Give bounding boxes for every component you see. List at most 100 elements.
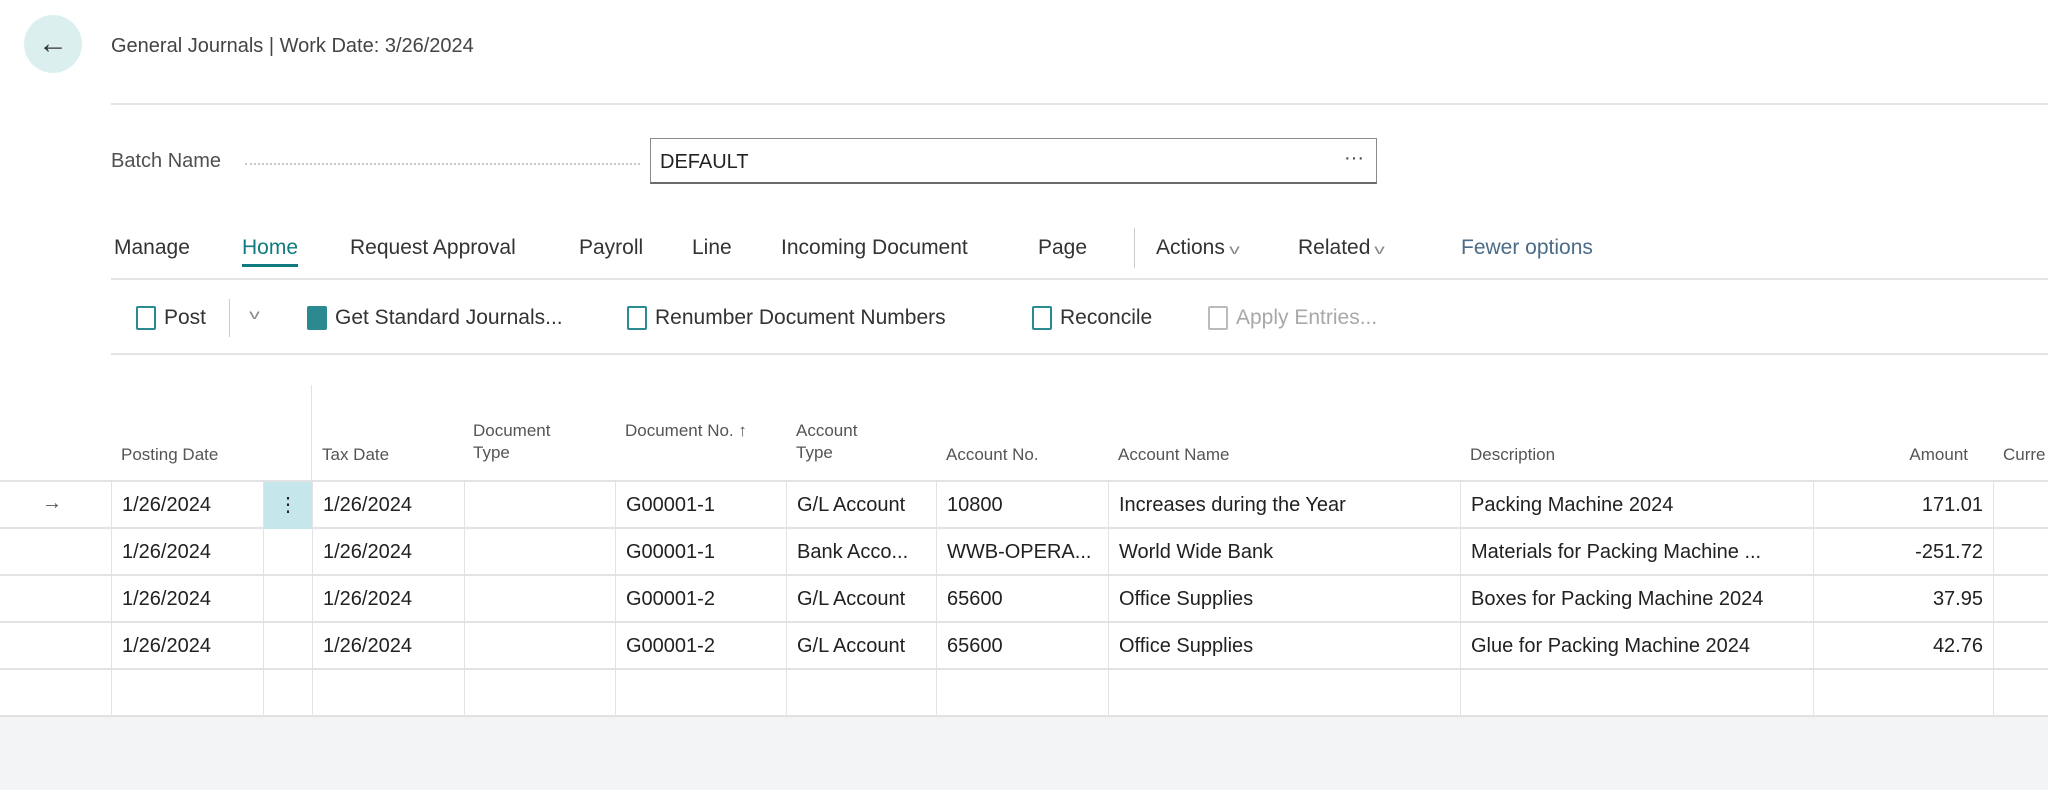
cell-posting-date[interactable]: 1/26/2024 [111,529,263,576]
tab-manage[interactable]: Manage [114,236,190,260]
table-row[interactable]: 1/26/2024 1/26/2024 G00001-1 Bank Acco... WW… [0,529,2048,576]
header-description[interactable]: Description [1470,444,1555,466]
cell-account-name[interactable] [1108,670,1460,717]
apply-entries-button[interactable]: Apply Entries... [1208,306,1377,330]
cell-account-name[interactable]: World Wide Bank [1108,529,1460,576]
tab-page[interactable]: Page [1038,236,1087,260]
cell-document-type[interactable] [464,670,615,717]
cell-description[interactable] [1460,670,1813,717]
cell-tax-date[interactable]: 1/26/2024 [312,529,464,576]
get-standard-journals-button[interactable]: Get Standard Journals... [307,306,563,330]
tab-home[interactable]: Home [242,236,299,267]
cell-account-no[interactable]: 65600 [936,623,1108,670]
cell-account-no[interactable]: 65600 [936,576,1108,623]
cell-amount[interactable]: 171.01 [1813,482,1993,529]
cell-document-no[interactable]: G00001-1 [615,529,786,576]
tab-related[interactable]: Related v [1298,236,1386,260]
cell-tax-date[interactable] [312,670,464,717]
actions-label: Actions [1156,236,1225,259]
cell-account-type[interactable]: G/L Account [786,482,936,529]
cell-account-name[interactable]: Office Supplies [1108,576,1460,623]
cell-account-type[interactable]: Bank Acco... [786,529,936,576]
cell-amount[interactable]: -251.72 [1813,529,1993,576]
cell-currency[interactable] [1993,576,2048,623]
cell-tax-date[interactable]: 1/26/2024 [312,623,464,670]
header-account-no[interactable]: Account No. [946,444,1039,466]
header-account-name[interactable]: Account Name [1118,444,1230,466]
cell-currency[interactable] [1993,529,2048,576]
table-row[interactable]: 1/26/2024 1/26/2024 G00001-2 G/L Account 656… [0,623,2048,670]
cell-document-type[interactable] [464,576,615,623]
tab-request-approval[interactable]: Request Approval [350,236,516,260]
cell-amount[interactable]: 42.76 [1813,623,1993,670]
cell-document-no[interactable]: G00001-2 [615,623,786,670]
cell-document-type[interactable] [464,482,615,529]
cell-description[interactable]: Materials for Packing Machine ... [1460,529,1813,576]
cell-amount[interactable]: 37.95 [1813,576,1993,623]
chevron-down-icon: v [1374,241,1386,257]
cell-document-no[interactable]: G00001-1 [615,482,786,529]
cell-posting-date[interactable]: 1/26/2024 [111,482,263,529]
cell-account-type[interactable]: G/L Account [786,623,936,670]
cell-account-name[interactable]: Increases during the Year [1108,482,1460,529]
cell-account-no[interactable]: 10800 [936,482,1108,529]
table-row[interactable]: → ⋮ 1/26/2024 1/26/2024 G00001-1 G/L Account 1… [0,482,2048,529]
cell-account-type[interactable]: G/L Account [786,576,936,623]
renumber-label: Renumber Document Numbers [655,306,946,329]
tab-line[interactable]: Line [692,236,732,260]
tab-incoming-document[interactable]: Incoming Document [781,236,968,260]
header-document-type[interactable]: Document Type [473,420,573,464]
table-row[interactable]: 1/26/2024 1/26/2024 G00001-2 G/L Account 656… [0,576,2048,623]
cell-amount[interactable] [1813,670,1993,717]
post-dropdown-button[interactable]: v [245,306,260,322]
header-currency[interactable]: Curre [2003,444,2046,466]
cell-document-type[interactable] [464,623,615,670]
header-document-no[interactable]: Document No. ↑ [625,420,765,442]
tab-actions[interactable]: Actions v [1156,236,1240,260]
post-button[interactable]: Post [136,306,206,330]
cell-description[interactable]: Boxes for Packing Machine 2024 [1460,576,1813,623]
cell-currency[interactable] [1993,482,2048,529]
row-menu-button[interactable]: ⋮ [263,482,312,529]
cell-document-no[interactable] [615,670,786,717]
row-menu-button[interactable] [263,670,312,717]
batch-name-value: DEFAULT [660,151,749,173]
row-menu-button[interactable] [263,529,312,576]
action-separator [229,299,230,337]
cell-currency[interactable] [1993,670,2048,717]
cell-tax-date[interactable]: 1/26/2024 [312,482,464,529]
reconcile-button[interactable]: Reconcile [1032,306,1152,330]
cell-account-name[interactable]: Office Supplies [1108,623,1460,670]
cell-account-type[interactable] [786,670,936,717]
cell-posting-date[interactable]: 1/26/2024 [111,576,263,623]
header-amount[interactable]: Amount [1813,444,1968,466]
row-menu-button[interactable] [263,623,312,670]
renumber-document-numbers-button[interactable]: Renumber Document Numbers [627,306,946,330]
cell-description[interactable]: Glue for Packing Machine 2024 [1460,623,1813,670]
chevron-down-icon: v [249,306,260,322]
cell-account-no[interactable]: WWB-OPERA... [936,529,1108,576]
empty-new-row[interactable] [0,670,2048,717]
header-tax-date[interactable]: Tax Date [322,444,389,466]
header-account-type[interactable]: Account Type [796,420,896,464]
arrow-left-icon: ← [38,27,68,60]
tab-payroll[interactable]: Payroll [579,236,643,260]
cell-currency[interactable] [1993,623,2048,670]
batch-name-input[interactable]: DEFAULT ··· [650,138,1377,184]
renumber-icon [627,306,647,330]
cell-document-type[interactable] [464,529,615,576]
back-button[interactable]: ← [24,15,82,73]
cell-account-no[interactable] [936,670,1108,717]
cell-posting-date[interactable]: 1/26/2024 [111,623,263,670]
header-posting-date[interactable]: Posting Date [121,444,218,466]
divider [111,278,2048,280]
cell-description[interactable]: Packing Machine 2024 [1460,482,1813,529]
post-icon [136,306,156,330]
cell-posting-date[interactable] [111,670,263,717]
row-menu-button[interactable] [263,576,312,623]
post-label: Post [164,306,207,329]
fewer-options-button[interactable]: Fewer options [1461,236,1593,260]
cell-document-no[interactable]: G00001-2 [615,576,786,623]
lookup-ellipsis-button[interactable]: ··· [1344,147,1364,170]
cell-tax-date[interactable]: 1/26/2024 [312,576,464,623]
